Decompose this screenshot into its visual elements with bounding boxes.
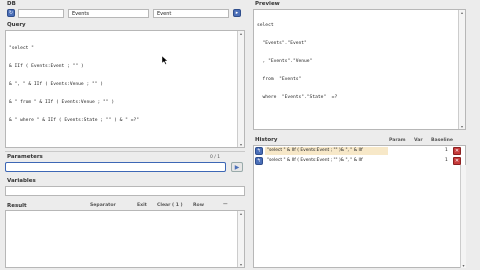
query-text: "select " & IIf ( Events:Event ; "" ) & … <box>9 34 139 136</box>
variables-label: Variables <box>7 178 36 184</box>
refresh-icon[interactable]: ↻ <box>7 9 15 17</box>
scroll-down-icon[interactable]: ▾ <box>238 142 244 147</box>
db-file-field[interactable] <box>18 9 64 18</box>
parameters-count: 0 / 1 <box>210 155 221 160</box>
preview-line: from "Events" <box>257 77 302 82</box>
result-area[interactable]: ▴ ▾ <box>5 210 245 268</box>
go-arrow-icon[interactable]: ▸ <box>233 9 241 17</box>
preview-line: where "Events"."State" =? <box>257 95 338 100</box>
result-col-more[interactable]: — <box>223 202 228 207</box>
preview-line: select <box>257 23 274 28</box>
preview-text: select "Events"."Event" , "Events"."Venu… <box>257 11 337 113</box>
table-field-value: Events <box>72 11 89 17</box>
divider <box>5 151 245 152</box>
scroll-down-icon[interactable]: ▾ <box>238 262 244 267</box>
class-field[interactable]: Event <box>153 9 229 18</box>
query-line: & " from " & IIf ( Events:Venue ; "" ) <box>9 100 115 105</box>
preview-pane[interactable]: select "Events"."Event" , "Events"."Venu… <box>253 9 466 130</box>
query-line: & " where " & IIf ( Events:State ; "" ) … <box>9 118 139 123</box>
scroll-down-icon[interactable]: ▾ <box>459 124 465 129</box>
result-col-clear[interactable]: Clear ( 1 ) <box>157 203 183 208</box>
history-col-var[interactable]: Var <box>414 138 423 143</box>
scroll-down-icon[interactable]: ▾ <box>461 263 466 268</box>
parameters-input[interactable] <box>5 162 226 172</box>
preview-line: "Events"."Event" <box>257 41 307 46</box>
close-icon[interactable]: ✕ <box>453 147 461 155</box>
history-label: History <box>255 137 278 143</box>
history-row-count: 1 <box>445 148 448 153</box>
history-restore-icon[interactable]: ↰ <box>255 157 263 165</box>
mouse-cursor-icon <box>161 55 169 67</box>
db-label: DB <box>7 1 16 7</box>
result-col-separator[interactable]: Separator <box>90 203 116 208</box>
history-row-count: 1 <box>445 158 448 163</box>
scroll-up-icon[interactable]: ▴ <box>238 31 244 36</box>
result-label: Result <box>7 203 27 209</box>
query-scrollbar[interactable]: ▴ ▾ <box>237 31 244 147</box>
preview-label: Preview <box>255 1 280 7</box>
query-label: Query <box>7 22 26 28</box>
query-line: & ", " & IIf ( Events:Venue ; "" ) <box>9 82 104 87</box>
close-icon[interactable]: ✕ <box>453 157 461 165</box>
scroll-up-icon[interactable]: ▴ <box>238 211 244 216</box>
history-row-text[interactable]: "select " & IIf ( Events:Event ; "" )& "… <box>265 157 388 165</box>
history-row-text[interactable]: "select " & IIf ( Events:Event ; "" )& "… <box>265 147 388 155</box>
parameters-label: Parameters <box>7 154 43 160</box>
query-line: & IIf ( Events:Event ; "" ) <box>9 64 84 69</box>
history-col-param[interactable]: Param <box>389 138 406 143</box>
variables-field[interactable] <box>5 186 245 196</box>
preview-scrollbar[interactable]: ▴ ▾ <box>458 10 465 129</box>
table-field[interactable]: Events <box>68 9 149 18</box>
preview-line: , "Events"."Venue" <box>257 59 313 64</box>
query-editor[interactable]: "select " & IIf ( Events:Event ; "" ) & … <box>5 30 245 148</box>
class-field-value: Event <box>157 11 172 17</box>
query-line: "select " <box>9 46 34 51</box>
result-scrollbar[interactable]: ▴ ▾ <box>237 211 244 267</box>
history-col-baseline[interactable]: Baseline <box>431 138 453 143</box>
scroll-up-icon[interactable]: ▴ <box>459 10 465 15</box>
history-restore-icon[interactable]: ↰ <box>255 147 263 155</box>
play-icon[interactable]: ▶ <box>231 162 243 172</box>
result-col-row[interactable]: Row <box>193 203 204 208</box>
result-col-exit[interactable]: Exit <box>137 203 147 208</box>
history-scrollbar[interactable]: ▾ <box>460 165 466 268</box>
